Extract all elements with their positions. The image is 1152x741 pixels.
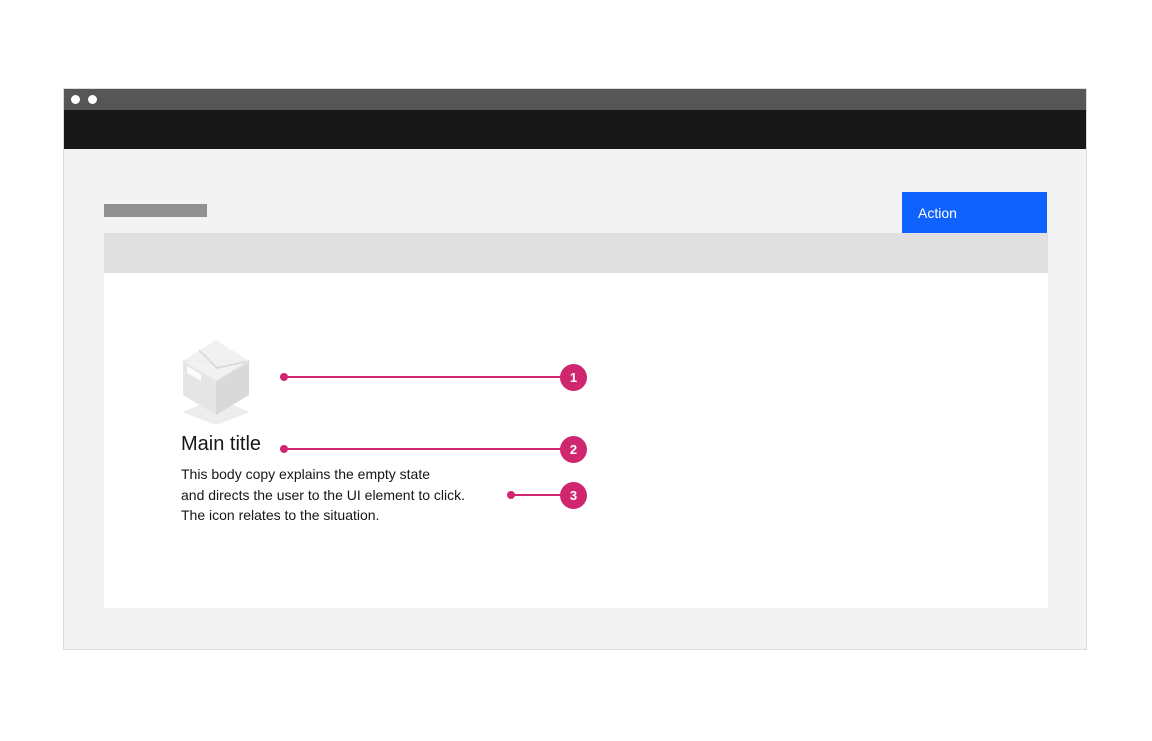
- window-control-dot[interactable]: [88, 95, 97, 104]
- empty-state-title: Main title: [181, 433, 261, 456]
- empty-state-body: This body copy explains the empty state …: [181, 464, 465, 526]
- window-titlebar: [64, 89, 1086, 110]
- annotation-badge-2: 2: [560, 436, 587, 463]
- window-control-dot[interactable]: [71, 95, 80, 104]
- annotation-line: [284, 376, 561, 378]
- annotation-line: [511, 494, 561, 496]
- body-line: and directs the user to the UI element t…: [181, 485, 465, 506]
- action-button[interactable]: Action: [902, 192, 1047, 233]
- body-line: The icon relates to the situation.: [181, 505, 465, 526]
- toolbar-bar: [104, 233, 1048, 273]
- body-line: This body copy explains the empty state: [181, 464, 465, 485]
- app-header-bar: [64, 110, 1086, 149]
- annotation-badge-1: 1: [560, 364, 587, 391]
- annotation-badge-3: 3: [560, 482, 587, 509]
- design-spec-canvas: Action Main title This body copy explain…: [0, 0, 1152, 741]
- page-title-skeleton: [104, 204, 207, 217]
- annotation-line: [284, 448, 561, 450]
- empty-box-icon: [177, 339, 255, 425]
